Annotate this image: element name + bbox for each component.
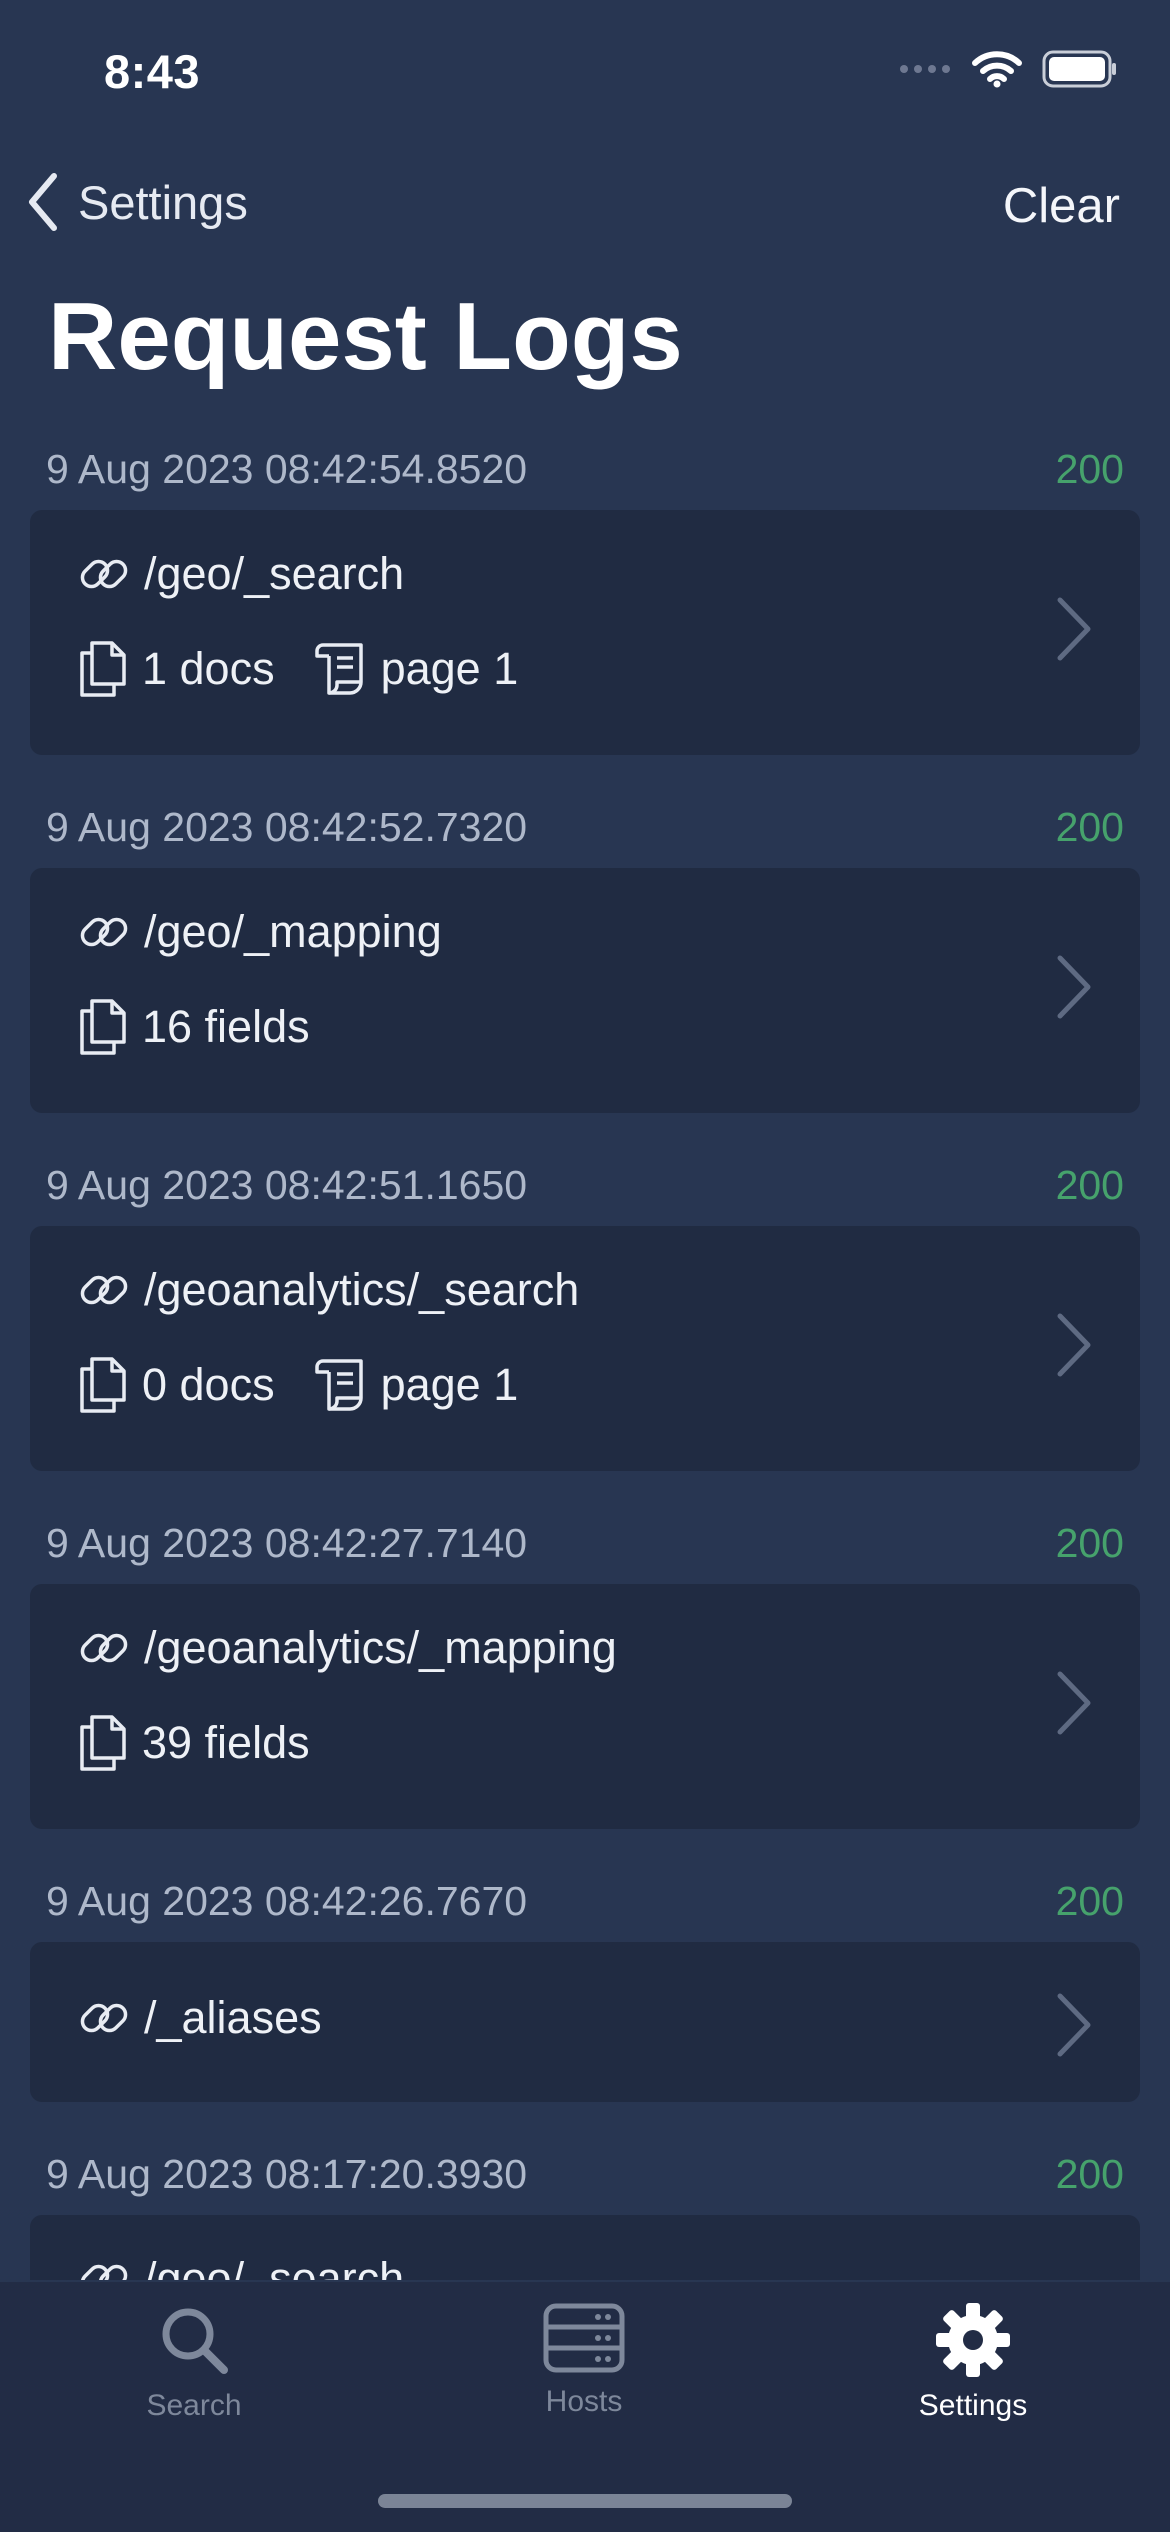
log-path-row: /geo/_search bbox=[78, 548, 404, 600]
back-button-label: Settings bbox=[78, 175, 248, 229]
link-icon bbox=[80, 2003, 128, 2033]
back-button[interactable]: Settings bbox=[26, 172, 248, 232]
log-entry: 9 Aug 2023 08:17:20.3930 200 /geo/_searc… bbox=[0, 2135, 1170, 2280]
log-path: /geo/_search bbox=[144, 2253, 405, 2280]
documents-icon bbox=[80, 641, 126, 697]
log-path: /geo/_mapping bbox=[144, 906, 442, 957]
log-timestamp: 9 Aug 2023 08:42:27.7140 bbox=[46, 1519, 528, 1566]
documents-icon bbox=[80, 999, 126, 1055]
log-detail: 39 fields bbox=[142, 1717, 310, 1768]
scroll-icon bbox=[314, 643, 363, 695]
clear-button[interactable]: Clear bbox=[1003, 178, 1120, 234]
log-entry-header: 9 Aug 2023 08:17:20.3930 200 bbox=[46, 2135, 1124, 2213]
log-detail: 16 fields bbox=[142, 1001, 310, 1052]
link-icon bbox=[80, 2264, 128, 2280]
log-entry-header: 9 Aug 2023 08:42:51.1650 200 bbox=[46, 1146, 1124, 1224]
tab-hosts[interactable]: Hosts bbox=[464, 2302, 704, 2419]
status-code: 200 bbox=[1055, 1877, 1124, 1924]
chevron-right-icon bbox=[1057, 597, 1091, 661]
log-detail: 0 docs bbox=[142, 1359, 275, 1410]
chevron-right-icon bbox=[1057, 1671, 1091, 1735]
log-timestamp: 9 Aug 2023 08:42:52.7320 bbox=[46, 803, 528, 850]
log-entry-header: 9 Aug 2023 08:42:27.7140 200 bbox=[46, 1504, 1124, 1582]
log-entry: 9 Aug 2023 08:42:52.7320 200 /geo/_mappi… bbox=[0, 788, 1170, 1146]
home-indicator[interactable] bbox=[378, 2494, 792, 2508]
status-time: 8:43 bbox=[104, 45, 201, 98]
link-icon bbox=[80, 1633, 128, 1663]
search-icon bbox=[162, 2308, 228, 2374]
status-icons bbox=[900, 50, 1118, 88]
log-meta-row: 39 fields bbox=[78, 1714, 350, 1772]
log-card[interactable]: /geo/_mapping 16 fields bbox=[30, 868, 1140, 1113]
log-meta-row: 16 fields bbox=[78, 998, 350, 1056]
log-timestamp: 9 Aug 2023 08:42:54.8520 bbox=[46, 445, 528, 492]
page-meta: page 1 bbox=[314, 1358, 519, 1412]
docs-meta: 1 docs bbox=[78, 640, 275, 698]
chevron-right-icon bbox=[1057, 1313, 1091, 1377]
chevron-right-icon bbox=[1057, 955, 1091, 1019]
fields-meta: 39 fields bbox=[78, 1714, 310, 1772]
fields-meta: 16 fields bbox=[78, 998, 310, 1056]
tab-label: Search bbox=[146, 2389, 242, 2422]
status-code: 200 bbox=[1055, 1519, 1124, 1566]
link-icon bbox=[80, 559, 128, 589]
log-timestamp: 9 Aug 2023 08:17:20.3930 bbox=[46, 2150, 528, 2197]
status-code: 200 bbox=[1055, 2150, 1124, 2197]
page-title: Request Logs bbox=[48, 283, 683, 390]
log-path-row: /geoanalytics/_mapping bbox=[78, 1622, 617, 1674]
chevron-left-icon bbox=[29, 173, 57, 231]
docs-meta: 0 docs bbox=[78, 1356, 275, 1414]
tab-label: Settings bbox=[918, 2389, 1028, 2422]
scroll-icon bbox=[314, 1359, 363, 1411]
log-card[interactable]: /geo/_search bbox=[30, 2215, 1140, 2280]
link-icon bbox=[80, 917, 128, 947]
log-path-row: /geo/_mapping bbox=[78, 906, 442, 958]
page-meta: page 1 bbox=[314, 642, 519, 696]
status-code: 200 bbox=[1055, 1161, 1124, 1208]
log-meta-row: 1 docs page 1 bbox=[78, 640, 558, 698]
log-entry-header: 9 Aug 2023 08:42:54.8520 200 bbox=[46, 430, 1124, 508]
documents-icon bbox=[80, 1715, 126, 1771]
navigation-bar: Settings Clear bbox=[0, 160, 1170, 250]
cellular-signal-icon bbox=[900, 65, 950, 73]
tab-settings[interactable]: Settings bbox=[853, 2302, 1093, 2423]
log-entry: 9 Aug 2023 08:42:54.8520 200 /geo/_searc… bbox=[0, 430, 1170, 788]
battery-icon bbox=[1042, 50, 1116, 88]
gear-icon bbox=[936, 2303, 1010, 2377]
log-entry-header: 9 Aug 2023 08:42:52.7320 200 bbox=[46, 788, 1124, 866]
log-path-row: /geo/_search bbox=[78, 2253, 404, 2280]
log-timestamp: 9 Aug 2023 08:42:26.7670 bbox=[46, 1877, 528, 1924]
log-card[interactable]: /geoanalytics/_search 0 docs page 1 bbox=[30, 1226, 1140, 1471]
log-path: /geoanalytics/_search bbox=[144, 1264, 580, 1315]
link-icon bbox=[80, 1275, 128, 1305]
log-path: /geoanalytics/_mapping bbox=[144, 1622, 617, 1673]
status-code: 200 bbox=[1055, 803, 1124, 850]
log-path-row: /geoanalytics/_search bbox=[78, 1264, 579, 1316]
documents-icon bbox=[80, 1357, 126, 1413]
log-entry-header: 9 Aug 2023 08:42:26.7670 200 bbox=[46, 1862, 1124, 1940]
log-path-row: /_aliases bbox=[78, 1992, 322, 2044]
log-card[interactable]: /geo/_search 1 docs page 1 bbox=[30, 510, 1140, 755]
log-page: page 1 bbox=[380, 1359, 519, 1410]
status-code: 200 bbox=[1055, 445, 1124, 492]
log-page: page 1 bbox=[380, 643, 519, 694]
log-detail: 1 docs bbox=[142, 643, 275, 694]
tab-label: Hosts bbox=[545, 2385, 623, 2418]
wifi-icon bbox=[972, 51, 1022, 88]
log-entry: 9 Aug 2023 08:42:27.7140 200 /geoanalyti… bbox=[0, 1504, 1170, 1862]
log-entry: 9 Aug 2023 08:42:26.7670 200 /_aliases bbox=[0, 1862, 1170, 2135]
chevron-right-icon bbox=[1057, 1993, 1091, 2057]
log-card[interactable]: /_aliases bbox=[30, 1942, 1140, 2102]
log-entry: 9 Aug 2023 08:42:51.1650 200 /geoanalyti… bbox=[0, 1146, 1170, 1504]
log-path: /_aliases bbox=[144, 1992, 322, 2043]
log-meta-row: 0 docs page 1 bbox=[78, 1356, 558, 1414]
status-bar: 8:43 bbox=[0, 0, 1170, 150]
log-timestamp: 9 Aug 2023 08:42:51.1650 bbox=[46, 1161, 528, 1208]
server-icon bbox=[543, 2303, 625, 2373]
request-log-list: 9 Aug 2023 08:42:54.8520 200 /geo/_searc… bbox=[0, 430, 1170, 2280]
tab-search[interactable]: Search bbox=[74, 2302, 314, 2423]
log-path: /geo/_search bbox=[144, 548, 405, 599]
log-card[interactable]: /geoanalytics/_mapping 39 fields bbox=[30, 1584, 1140, 1829]
